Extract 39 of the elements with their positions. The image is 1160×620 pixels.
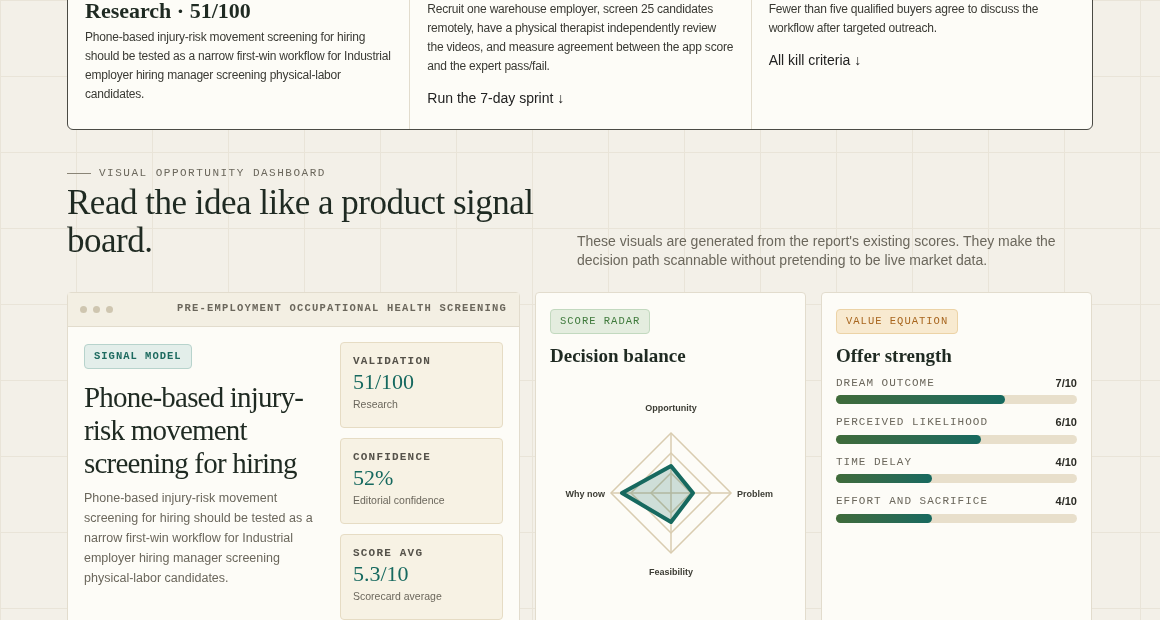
axis-label: Problem [737, 488, 773, 499]
bar-label: TIME DELAY [836, 454, 912, 470]
axis-label: Opportunity [645, 402, 697, 413]
card-tag: VALUE EQUATION [836, 308, 959, 335]
bar-value: 6/10 [1055, 415, 1077, 431]
section-intro: These visuals are generated from the report's existing scores. They make the decision path scannable without pretending to be live market data. [577, 231, 1057, 270]
section-link[interactable]: Run the 7-day sprint ↓ [427, 88, 565, 109]
card-title: Decision balance [550, 344, 687, 369]
window-title: PRE-EMPLOYMENT OCCUPATIONAL HEALTH SCREENING [176, 301, 507, 317]
stat-value: 51/100 [353, 369, 416, 394]
bar-label: EFFORT AND SACRIFICE [836, 494, 989, 510]
card-title: Offer strength [836, 344, 953, 369]
bar-label: DREAM OUTCOME [836, 375, 935, 391]
stat-caption: Editorial confidence [353, 493, 446, 508]
column-title: Research · 51/100 [85, 0, 252, 22]
bar-value: 7/10 [1055, 375, 1077, 391]
section-link[interactable]: All kill criteria ↓ [768, 50, 862, 71]
column-text: Recruit one warehouse employer, screen 25 candidates remotely, have a physical therapist independently review the videos, and measure agreement between the app score and the expert pass/fail. [427, 1, 734, 75]
bar-value: 4/10 [1055, 494, 1077, 510]
bar-value: 4/10 [1055, 454, 1077, 470]
stat-label: SCORE AVG [353, 545, 425, 561]
stat-caption: Research [353, 397, 399, 412]
card-tag: SIGNAL MODEL [84, 343, 192, 370]
stat-value: 5.3/10 [353, 561, 410, 586]
section-eyebrow: VISUAL OPPORTUNITY DASHBOARD [99, 166, 326, 181]
eyebrow-rule [67, 172, 91, 174]
stat-value: 52% [353, 465, 395, 490]
bar-label: PERCEIVED LIKELIHOOD [836, 415, 989, 431]
section-heading: Read the idea like a product signal board. [67, 183, 535, 260]
signal-description: Phone-based injury-risk movement screening for hiring should be tested as a narrow first-win workflow for Industrial employer hiring manager screening physical-labor candidates. [84, 490, 314, 588]
stat-label: CONFIDENCE [353, 449, 432, 465]
axis-label: Feasibility [649, 566, 693, 577]
card-tag: SCORE RADAR [550, 308, 651, 335]
axis-label: Why now [565, 488, 605, 499]
column-text: Fewer than five qualified buyers agree to discuss the workflow after targeted outreach. [768, 1, 1040, 37]
signal-title: Phone-based injury-risk movement screening for hiring [84, 381, 305, 481]
stat-caption: Scorecard average [353, 589, 443, 604]
stat-label: VALIDATION [353, 353, 432, 369]
column-text: Phone-based injury-risk movement screening for hiring should be tested as a narrow first-win workflow for Industrial employer hiring manager screening physical-labor candidates. [85, 29, 392, 103]
